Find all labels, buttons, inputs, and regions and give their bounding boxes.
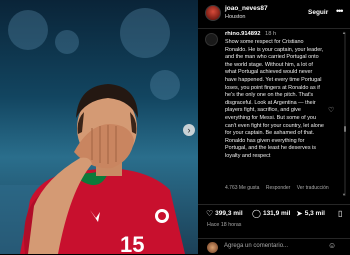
post-sidebar: joao_neves87 Houston Seguir ••• rhino.91… <box>198 0 350 254</box>
scroll-up-icon[interactable]: ▲ <box>342 30 346 35</box>
scrollbar-thumb[interactable] <box>344 126 346 132</box>
comment-username[interactable]: rhino.914892 <box>225 31 260 37</box>
comment-text: Show some respect for Cristiano Ronaldo.… <box>225 39 324 159</box>
author-avatar[interactable] <box>205 5 221 21</box>
more-horizontal-icon[interactable]: ••• <box>336 6 344 16</box>
comment-icon[interactable]: ◯ <box>252 209 261 218</box>
chevron-right-icon[interactable]: › <box>183 124 195 136</box>
heart-icon[interactable]: ♡ <box>206 209 213 218</box>
add-comment-bar: Agrega un comentario... ☺ <box>198 238 350 255</box>
svg-text:15: 15 <box>120 232 144 254</box>
comment-like-icon[interactable]: ♡ <box>328 106 334 114</box>
add-comment-input[interactable]: Agrega un comentario... <box>224 243 288 249</box>
translate-button[interactable]: Ver traducción <box>297 185 329 191</box>
comment-time: 18 h <box>265 31 277 37</box>
comment-action[interactable]: ◯ 131,9 mil <box>252 209 290 218</box>
comment-likes[interactable]: 4.763 Me gusta <box>225 185 259 191</box>
emoji-icon[interactable]: ☺ <box>328 241 336 250</box>
current-user-avatar <box>207 242 218 253</box>
bookmark-icon[interactable]: ▯ <box>338 209 344 218</box>
post-location[interactable]: Houston <box>225 14 246 20</box>
comment-list: rhino.914892 18 h Show some respect for … <box>198 30 350 198</box>
post-image[interactable]: 15 › <box>0 0 198 254</box>
comment-meta: 4.763 Me gusta Responder Ver traducción <box>225 185 334 191</box>
comment-scrollbar[interactable] <box>344 32 346 196</box>
player-photo: 15 <box>0 84 185 254</box>
like-action[interactable]: ♡ 399,3 mil <box>206 209 243 218</box>
reply-button[interactable]: Responder <box>266 185 290 191</box>
post-header: joao_neves87 Houston Seguir ••• <box>198 0 350 29</box>
post-actions: ♡ 399,3 mil ◯ 131,9 mil ➤ 5,3 mil ▯ <box>198 204 350 221</box>
share-icon[interactable]: ➤ <box>296 209 303 218</box>
scroll-down-icon[interactable]: ▼ <box>342 192 346 197</box>
commenter-avatar[interactable] <box>205 33 218 46</box>
follow-button[interactable]: Seguir <box>308 9 328 16</box>
share-action[interactable]: ➤ 5,3 mil <box>296 209 325 218</box>
author-username[interactable]: joao_neves87 <box>225 5 268 12</box>
post-time: Hace 18 horas <box>207 222 242 228</box>
